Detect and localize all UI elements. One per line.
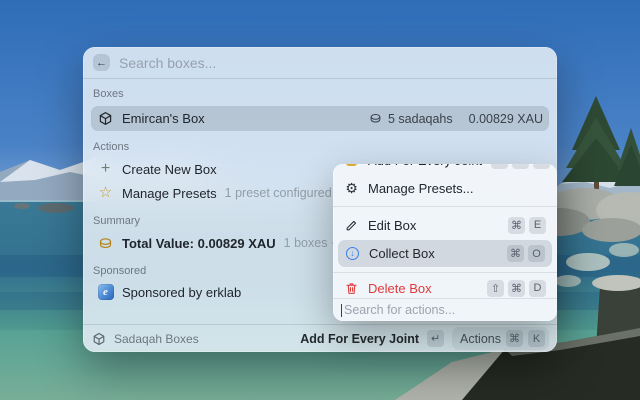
app-name: Sadaqah Boxes [114,332,199,346]
sponsored-label: Sponsored by erklab [122,285,241,300]
menu-item-manage-presets[interactable]: ⚙ Manage Presets... [333,175,557,201]
menu-divider [333,272,557,273]
section-label-summary: Summary [93,215,140,227]
back-arrow-icon: ← [96,57,107,69]
desktop: ← Boxes Emircan's Box 5 sadaq [0,0,640,400]
j-key-icon: J [533,164,550,169]
option-key-icon: ⌥ [491,164,508,169]
menu-divider [333,206,557,207]
d-key-icon: D [529,280,546,297]
actions-button-label: Actions [460,332,501,346]
cmd-key-icon: ⌘ [508,280,525,297]
add-joint-icon [344,164,359,166]
shift-key-icon: ⇧ [487,280,504,297]
back-button[interactable]: ← [93,54,110,71]
menu-search-placeholder: Search for actions... [344,303,455,317]
preset-count: 1 preset configured [225,186,332,200]
search-input[interactable] [119,55,547,71]
box-value: 0.00829 XAU [469,112,543,126]
app-cube-icon [91,332,106,346]
footer-bar: Sadaqah Boxes Add For Every Joint ↵ Acti… [83,324,557,352]
box-title: Emircan's Box [122,111,205,126]
actions-button[interactable]: Actions ⌘ K [452,327,549,350]
menu-item-add-for-every-joint[interactable]: Add For Every Joint ⌥ ⌘ J [333,164,557,173]
erklab-icon: e [97,284,114,300]
section-label-sponsored: Sponsored [93,265,146,277]
e-key-icon: E [529,217,546,234]
trash-icon [344,282,359,295]
gear-icon: ⚙ [344,180,359,196]
download-circle-icon: ↓ [345,247,360,260]
cmd-key-icon: ⌘ [512,164,529,169]
box-list-item[interactable]: Emircan's Box 5 sadaqahs 0.00829 XAU [91,106,549,131]
star-icon: ☆ [97,185,114,201]
search-header: ← [83,47,557,79]
cmd-key-icon: ⌘ [506,330,523,347]
menu-item-edit-box[interactable]: Edit Box ⌘ E [333,212,557,238]
pencil-icon [344,219,359,232]
manage-presets-label: Manage Presets [122,186,217,201]
text-caret [341,304,342,317]
box-icon [97,111,114,126]
cmd-key-icon: ⌘ [508,217,525,234]
gold-coin-icon [97,236,114,251]
section-label-actions: Actions [93,141,129,153]
box-sadaqah-count: 5 sadaqahs [388,112,453,126]
actions-menu: Add For Every Joint ⌥ ⌘ J ⚙ Manage Prese… [333,164,557,321]
menu-item-collect-box[interactable]: ↓ Collect Box ⌘ O [338,240,552,267]
plus-icon: + [97,161,114,177]
section-label-boxes: Boxes [93,88,124,100]
total-value-label: Total Value: 0.00829 XAU [122,236,276,251]
primary-action-label[interactable]: Add For Every Joint [300,332,419,346]
k-key-icon: K [528,330,545,347]
create-new-box-label: Create New Box [122,162,217,177]
cmd-key-icon: ⌘ [507,245,524,262]
menu-search-input[interactable]: Search for actions... [333,299,557,321]
coin-icon [368,112,382,125]
return-key-icon: ↵ [427,330,444,347]
o-key-icon: O [528,245,545,262]
